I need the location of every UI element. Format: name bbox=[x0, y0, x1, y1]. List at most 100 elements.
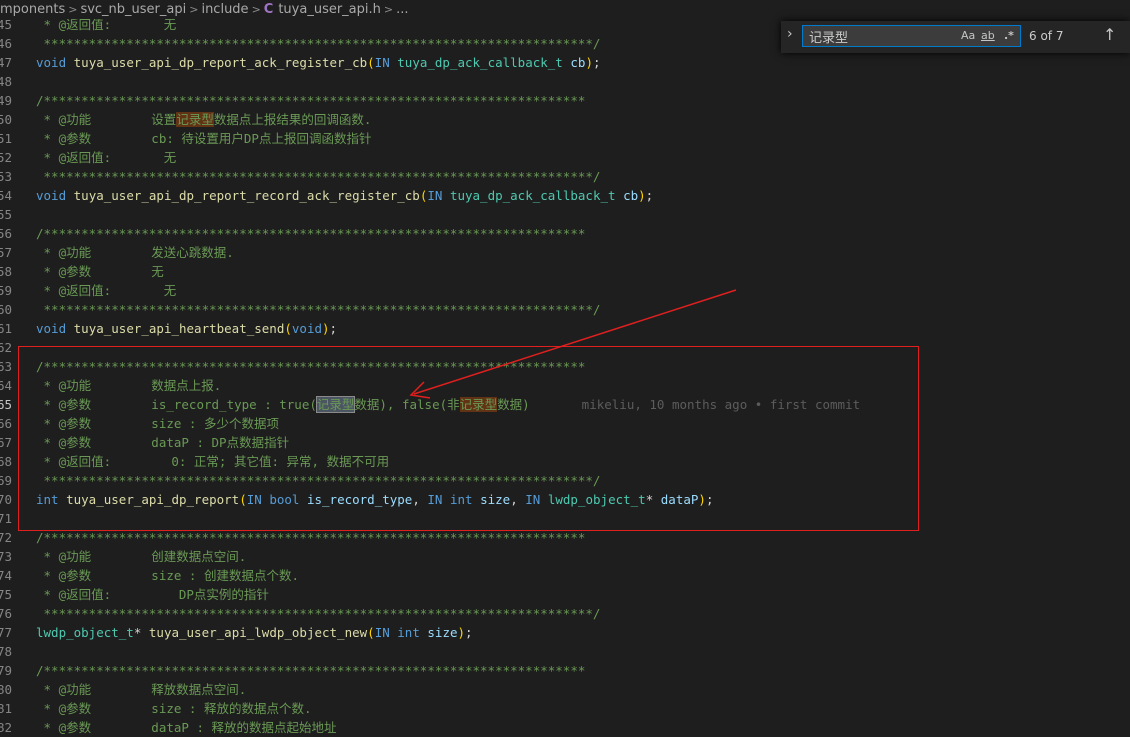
code-token: dataP bbox=[660, 492, 699, 507]
line-number-text: 80 bbox=[0, 682, 12, 697]
line-content: * @功能 发送心跳数据. bbox=[36, 243, 234, 262]
code-line[interactable]: 68 * @返回值: 0: 正常; 其它值: 异常, 数据不可用 bbox=[0, 452, 1130, 471]
code-editor[interactable]: 45 * @返回值: 无 46 *************************… bbox=[0, 0, 1130, 735]
code-line[interactable]: 56 /*************************************… bbox=[0, 224, 1130, 243]
line-number-text: 48 bbox=[0, 74, 12, 89]
match-case-icon[interactable]: Aa bbox=[961, 29, 975, 42]
breadcrumb-item-svc-nb-user-api[interactable]: svc_nb_user_api bbox=[80, 2, 186, 17]
line-number: 71 bbox=[0, 509, 12, 528]
chevron-right-icon: > bbox=[68, 3, 78, 16]
code-token: int bbox=[449, 492, 473, 507]
code-token: /***************************************… bbox=[36, 359, 586, 374]
code-line[interactable]: 60 *************************************… bbox=[0, 300, 1130, 319]
code-line[interactable]: 54 void tuya_user_api_dp_report_record_ac… bbox=[0, 186, 1130, 205]
code-token: IN bbox=[525, 492, 541, 507]
line-number-text: 46 bbox=[0, 36, 12, 51]
regex-icon[interactable]: .* bbox=[1004, 29, 1014, 42]
breadcrumb-item-components[interactable]: mponents bbox=[0, 2, 65, 17]
code-token: size bbox=[480, 492, 511, 507]
code-line[interactable]: 55 bbox=[0, 205, 1130, 224]
line-number-text: 55 bbox=[0, 207, 12, 222]
line-number: 66 bbox=[0, 414, 12, 433]
code-token: IN bbox=[246, 492, 262, 507]
code-line[interactable]: 49 /*************************************… bbox=[0, 91, 1130, 110]
line-number-text: 67 bbox=[0, 435, 12, 450]
code-line[interactable]: 69 *************************************… bbox=[0, 471, 1130, 490]
line-content: /***************************************… bbox=[36, 661, 585, 680]
breadcrumb-file[interactable]: tuya_user_api.h bbox=[278, 2, 381, 17]
line-number: 46 bbox=[0, 34, 12, 53]
line-number-text: 74 bbox=[0, 568, 12, 583]
line-content: * @参数 cb: 待设置用户DP点上报回调函数指针 bbox=[36, 129, 372, 148]
find-widget: › Aa ab .* 6 of 7 ↑ bbox=[781, 21, 1130, 53]
code-line[interactable]: 48 bbox=[0, 72, 1130, 91]
code-token: IN bbox=[374, 55, 390, 70]
code-line[interactable]: 65 * @参数 is_record_type : true(记录型数据), f… bbox=[0, 395, 1130, 414]
code-line[interactable]: 53 *************************************… bbox=[0, 167, 1130, 186]
code-line[interactable]: 77 lwdp_object_t* tuya_user_api_lwdp_obje… bbox=[0, 623, 1130, 642]
code-line[interactable]: 81 * @参数 size : 释放的数据点个数. bbox=[0, 699, 1130, 718]
line-content: lwdp_object_t* tuya_user_api_lwdp_object… bbox=[36, 623, 473, 642]
code-line[interactable]: 57 * @功能 发送心跳数据. bbox=[0, 243, 1130, 262]
code-line[interactable]: 67 * @参数 dataP : DP点数据指针 bbox=[0, 433, 1130, 452]
line-content: * @返回值: 0: 正常; 其它值: 异常, 数据不可用 bbox=[36, 452, 390, 471]
line-number-text: 76 bbox=[0, 606, 12, 621]
code-line[interactable]: 50 * @功能 设置记录型数据点上报结果的回调函数. bbox=[0, 110, 1130, 129]
code-line[interactable]: 76 *************************************… bbox=[0, 604, 1130, 623]
code-token: void bbox=[36, 321, 67, 336]
code-line[interactable]: 72 /*************************************… bbox=[0, 528, 1130, 547]
code-line[interactable]: 62 bbox=[0, 338, 1130, 357]
line-number-text: 49 bbox=[0, 93, 12, 108]
code-token: ( bbox=[367, 625, 375, 640]
code-line[interactable]: 63 /*************************************… bbox=[0, 357, 1130, 376]
line-content: * @功能 数据点上报. bbox=[36, 376, 222, 395]
whole-word-icon[interactable]: ab bbox=[981, 29, 995, 42]
code-line[interactable]: 80 * @功能 释放数据点空间. bbox=[0, 680, 1130, 699]
code-line[interactable]: 75 * @返回值: DP点实例的指针 bbox=[0, 585, 1130, 604]
line-number: 54 bbox=[0, 186, 12, 205]
line-number-text: 77 bbox=[0, 625, 12, 640]
code-line[interactable]: 78 bbox=[0, 642, 1130, 661]
line-number: 68 bbox=[0, 452, 12, 471]
code-line[interactable]: 51 * @参数 cb: 待设置用户DP点上报回调函数指针 bbox=[0, 129, 1130, 148]
code-line[interactable]: 71 bbox=[0, 509, 1130, 528]
code-line[interactable]: 66 * @参数 size : 多少个数据项 bbox=[0, 414, 1130, 433]
chevron-right-icon: > bbox=[189, 3, 199, 16]
code-line[interactable]: 73 * @功能 创建数据点空间. bbox=[0, 547, 1130, 566]
code-token: cb bbox=[623, 188, 639, 203]
chevron-right-icon: > bbox=[251, 3, 261, 16]
line-number-text: 68 bbox=[0, 454, 12, 469]
line-content: * @参数 size : 创建数据点个数. bbox=[36, 566, 300, 585]
code-token: * @参数 size : 释放的数据点个数. bbox=[36, 701, 312, 716]
line-number: 80 bbox=[0, 680, 12, 699]
code-line[interactable]: 47 void tuya_user_api_dp_report_ack_regis… bbox=[0, 53, 1130, 72]
code-token: is_record_type bbox=[306, 492, 413, 507]
line-number-text: 69 bbox=[0, 473, 12, 488]
chevron-right-icon[interactable]: › bbox=[787, 26, 793, 42]
previous-match-button[interactable]: ↑ bbox=[1103, 25, 1116, 44]
breadcrumb-item-include[interactable]: include bbox=[201, 2, 248, 17]
line-number-text: 81 bbox=[0, 701, 12, 716]
code-line[interactable]: 82 * @参数 dataP : 释放的数据点起始地址 bbox=[0, 718, 1130, 737]
line-content: ****************************************… bbox=[36, 471, 601, 490]
code-token: ; bbox=[465, 625, 473, 640]
code-line[interactable]: 64 * @功能 数据点上报. bbox=[0, 376, 1130, 395]
code-line[interactable]: 70 int tuya_user_api_dp_report(IN bool is… bbox=[0, 490, 1130, 509]
line-content: * @参数 size : 多少个数据项 bbox=[36, 414, 279, 433]
code-line[interactable]: 61 void tuya_user_api_heartbeat_send(void… bbox=[0, 319, 1130, 338]
line-content: void tuya_user_api_heartbeat_send(void); bbox=[36, 319, 337, 338]
line-number: 55 bbox=[0, 205, 12, 224]
line-number: 60 bbox=[0, 300, 12, 319]
code-line[interactable]: 79 /*************************************… bbox=[0, 661, 1130, 680]
code-token: ) bbox=[585, 55, 593, 70]
code-token: 数据), false(非 bbox=[354, 397, 460, 412]
code-line[interactable]: 59 * @返回值: 无 bbox=[0, 281, 1130, 300]
line-content: ****************************************… bbox=[36, 604, 601, 623]
code-line[interactable]: 74 * @参数 size : 创建数据点个数. bbox=[0, 566, 1130, 585]
line-number-text: 70 bbox=[0, 492, 12, 507]
breadcrumb-more[interactable]: ... bbox=[396, 2, 408, 17]
code-line[interactable]: 52 * @返回值: 无 bbox=[0, 148, 1130, 167]
code-line[interactable]: 58 * @参数 无 bbox=[0, 262, 1130, 281]
